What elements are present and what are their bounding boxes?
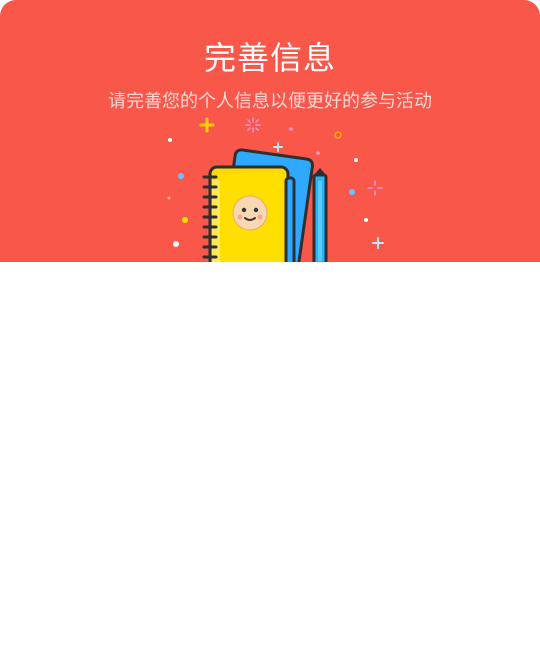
header-banner: 完善信息 请完善您的个人信息以便更好的参与活动 bbox=[0, 0, 540, 262]
page-title: 完善信息 bbox=[203, 39, 336, 77]
notebook-illustration bbox=[150, 112, 400, 262]
profile-completion-page: 完善信息 请完善您的个人信息以便更好的参与活动 bbox=[0, 0, 540, 660]
notebook-body-icon bbox=[202, 165, 296, 262]
pen-icon bbox=[312, 168, 328, 262]
page-subtitle: 请完善您的个人信息以便更好的参与活动 bbox=[108, 91, 432, 112]
form-area bbox=[0, 262, 540, 660]
notebook-icon bbox=[167, 117, 384, 262]
